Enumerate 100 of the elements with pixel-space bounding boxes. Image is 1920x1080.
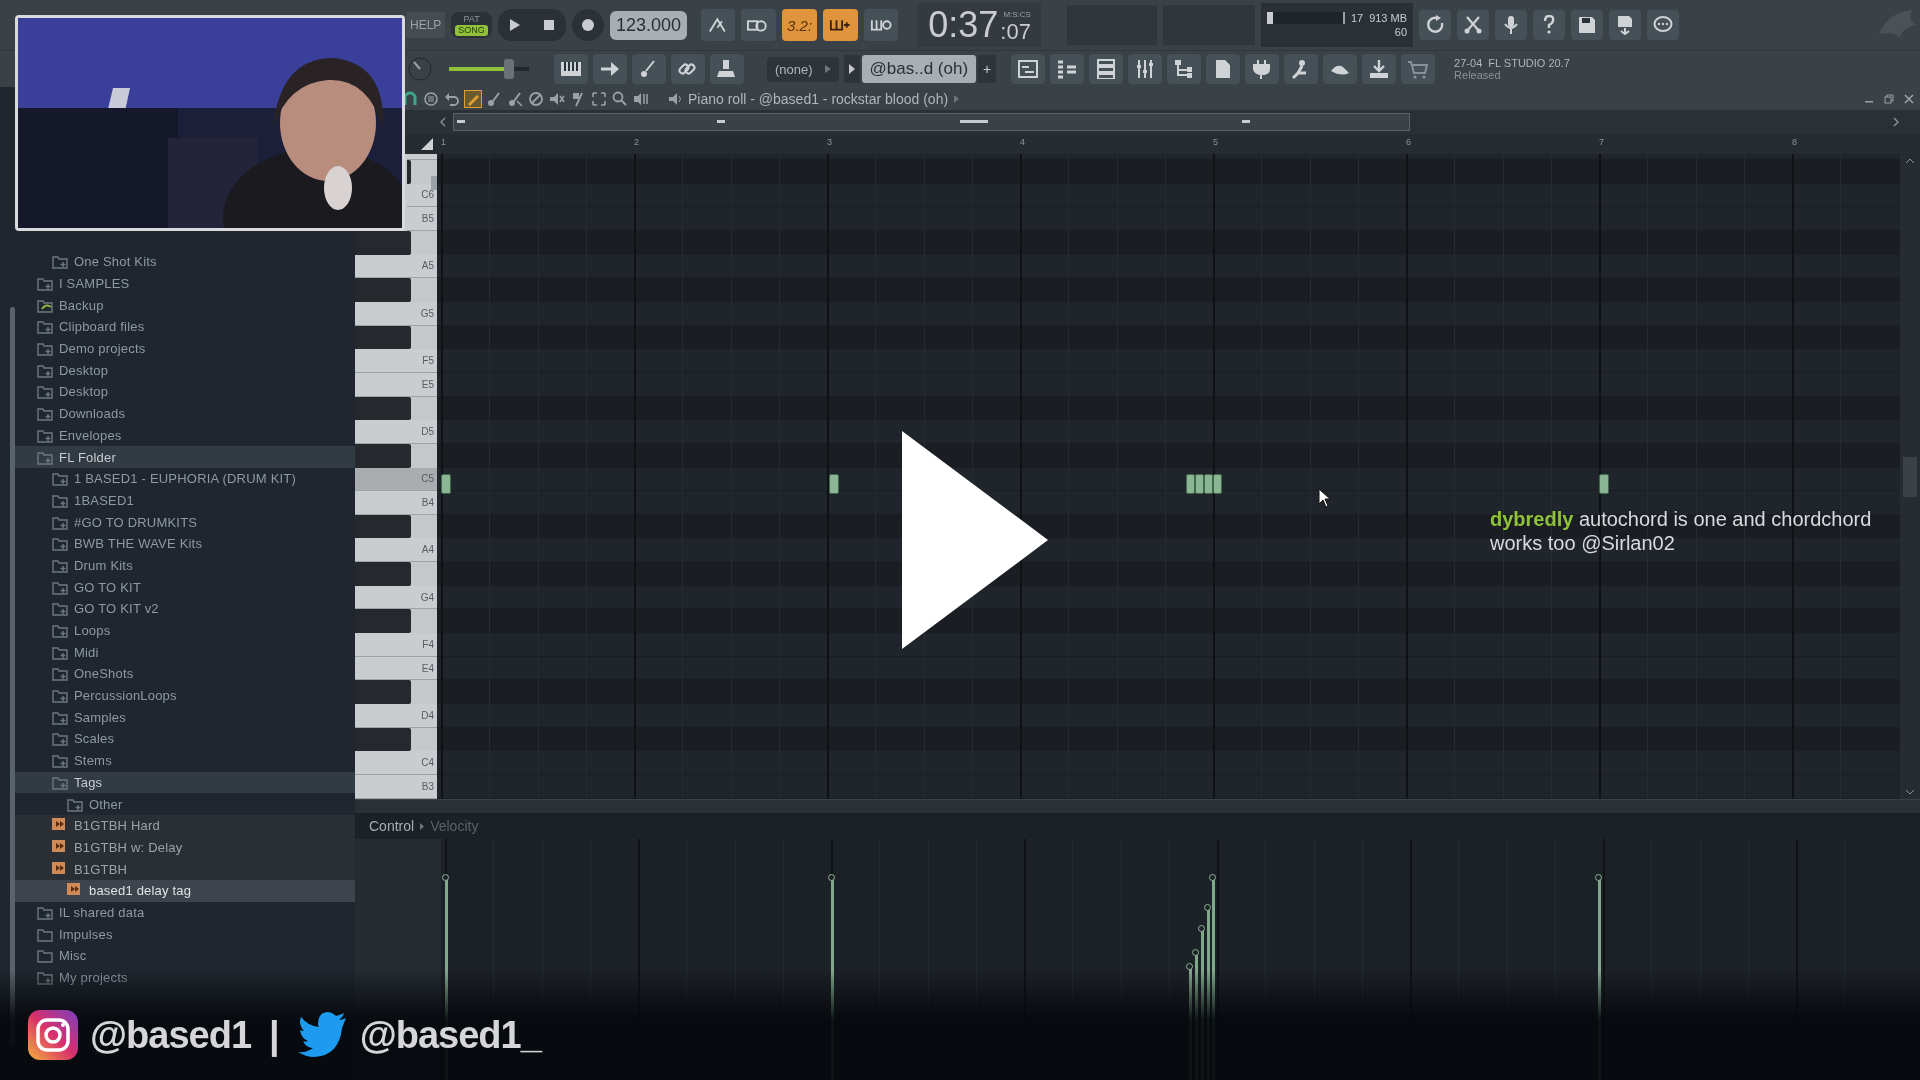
sharp-key[interactable] (355, 609, 411, 634)
piano-key[interactable]: F5 (355, 349, 437, 373)
browser-item[interactable]: Midi (15, 641, 355, 664)
browser-item[interactable]: Desktop (15, 381, 355, 403)
volume-thumb[interactable] (504, 59, 514, 79)
toolbar-button[interactable] (1647, 10, 1680, 40)
toolbar-button[interactable] (554, 54, 588, 84)
piano-key[interactable]: E4 (355, 656, 437, 681)
browser-item[interactable]: Loops (15, 619, 355, 642)
piano-key[interactable]: D5 (355, 420, 437, 444)
toolbar-button[interactable] (1011, 54, 1046, 84)
record-button[interactable] (571, 9, 604, 41)
browser-item[interactable]: 1BASED1 (15, 489, 355, 512)
velocity-stem[interactable] (1195, 952, 1198, 1080)
browser-item[interactable]: One Shot Kits (15, 251, 355, 273)
browser-item[interactable]: Clipboard files (15, 316, 355, 338)
piano-key[interactable]: G5 (355, 301, 437, 326)
browser-item[interactable]: Downloads (15, 402, 355, 425)
note-lane[interactable] (437, 562, 1900, 586)
sharp-key[interactable] (355, 443, 411, 468)
triangle-icon[interactable] (421, 138, 433, 150)
piano-key[interactable]: E5 (355, 372, 437, 397)
toolbar-button[interactable] (1206, 54, 1241, 84)
toolbar-button[interactable] (593, 54, 627, 84)
piano-key[interactable]: C5 (355, 467, 437, 492)
piano-key[interactable]: D4 (355, 704, 437, 728)
note[interactable] (1599, 474, 1609, 494)
browser-item[interactable]: Tags (15, 771, 355, 794)
sharp-key[interactable] (355, 230, 411, 255)
toolbar-button[interactable] (1533, 10, 1566, 40)
mode-switch[interactable]: PAT SONG (451, 12, 492, 38)
note-lane[interactable] (437, 609, 1900, 634)
scrollbar[interactable] (10, 307, 15, 1047)
eraser-brush-icon[interactable] (507, 90, 523, 107)
menu-item[interactable]: HELP (406, 12, 446, 38)
toolbar-button[interactable] (1362, 54, 1397, 84)
slice-icon[interactable] (570, 90, 586, 107)
toolbar-button[interactable] (1284, 54, 1319, 84)
toolbar-button[interactable] (1245, 54, 1280, 84)
play-button[interactable] (902, 431, 1048, 649)
toggle-button[interactable] (863, 9, 899, 41)
browser-item[interactable]: Stems (15, 749, 355, 772)
sharp-key[interactable] (407, 159, 411, 184)
piano-key[interactable]: F4 (355, 633, 437, 657)
browser-item[interactable]: Other (15, 793, 355, 815)
browser-item[interactable]: 1 BASED1 - EUPHORIA (DRUM KIT) (15, 467, 355, 490)
news-panel[interactable]: 27-04 FL STUDIO 20.7 Released (1446, 55, 1603, 83)
magnet-icon[interactable] (402, 90, 418, 107)
browser-item[interactable]: based1 delay tag (15, 879, 355, 902)
browser-item[interactable]: B1GTBH Hard (15, 814, 355, 837)
add-pattern-button[interactable]: + (978, 55, 997, 83)
toggle-button[interactable] (741, 9, 776, 41)
browser-item[interactable]: My projects (15, 966, 355, 989)
browser-item[interactable]: #GO TO DRUMKITS (15, 511, 355, 533)
piano-key[interactable]: B3 (355, 775, 437, 799)
toolbar-button[interactable] (710, 54, 744, 84)
preset-dropdown[interactable]: (none) (767, 56, 839, 82)
toggle-button[interactable]: 3.2: (781, 9, 818, 41)
browser-item[interactable]: GO TO KIT v2 (15, 598, 355, 620)
velocity-stem[interactable] (1201, 928, 1204, 1080)
sharp-key[interactable] (355, 680, 411, 705)
browser-item[interactable]: Samples (15, 706, 355, 729)
browser-item[interactable]: Desktop (15, 359, 355, 382)
toolbar-button[interactable] (1323, 54, 1358, 84)
sharp-key[interactable] (355, 727, 411, 752)
browser-item[interactable]: FL Folder (15, 446, 355, 468)
toggle-button[interactable] (700, 9, 736, 41)
close-icon[interactable] (1904, 93, 1914, 104)
mode-option[interactable]: SONG (455, 25, 488, 36)
browser-item[interactable]: IL shared data (15, 901, 355, 924)
browser-item[interactable]: PercussionLoops (15, 684, 355, 707)
pattern-menu-button[interactable] (843, 55, 860, 83)
note[interactable] (1195, 474, 1204, 494)
toggle-button[interactable] (823, 9, 858, 41)
toolbar-button[interactable] (1128, 54, 1163, 84)
pencil-icon[interactable] (465, 90, 481, 107)
piano-key[interactable]: B4 (355, 491, 437, 515)
select-icon[interactable] (591, 90, 607, 107)
browser-item[interactable]: OneShots (15, 663, 355, 685)
toolbar-button[interactable] (1089, 54, 1124, 84)
toolbar-button[interactable] (1050, 54, 1085, 84)
piano-key[interactable]: G4 (355, 585, 437, 610)
piano-key[interactable]: A4 (355, 538, 437, 563)
note-grid[interactable] (437, 154, 1900, 799)
toolbar-button[interactable] (1167, 54, 1202, 84)
velocity-stem[interactable] (1189, 966, 1192, 1080)
scroll-right-icon[interactable] (1892, 117, 1900, 127)
toolbar-button[interactable] (1457, 10, 1490, 40)
menu-icon[interactable] (423, 90, 439, 107)
browser-item[interactable]: B1GTBH (15, 858, 355, 880)
control-label[interactable]: Control (369, 818, 415, 834)
browser-item[interactable]: Backup (15, 294, 355, 317)
browser-item[interactable]: Demo projects (15, 337, 355, 360)
knob-icon[interactable] (408, 57, 432, 81)
note[interactable] (1186, 474, 1195, 494)
restore-icon[interactable] (1884, 93, 1894, 104)
pattern-selector[interactable]: @bas..d (oh) (861, 55, 977, 83)
browser-item[interactable]: Impulses (15, 923, 355, 945)
toolbar-button[interactable] (1419, 10, 1452, 40)
toolbar-button[interactable] (671, 54, 705, 84)
